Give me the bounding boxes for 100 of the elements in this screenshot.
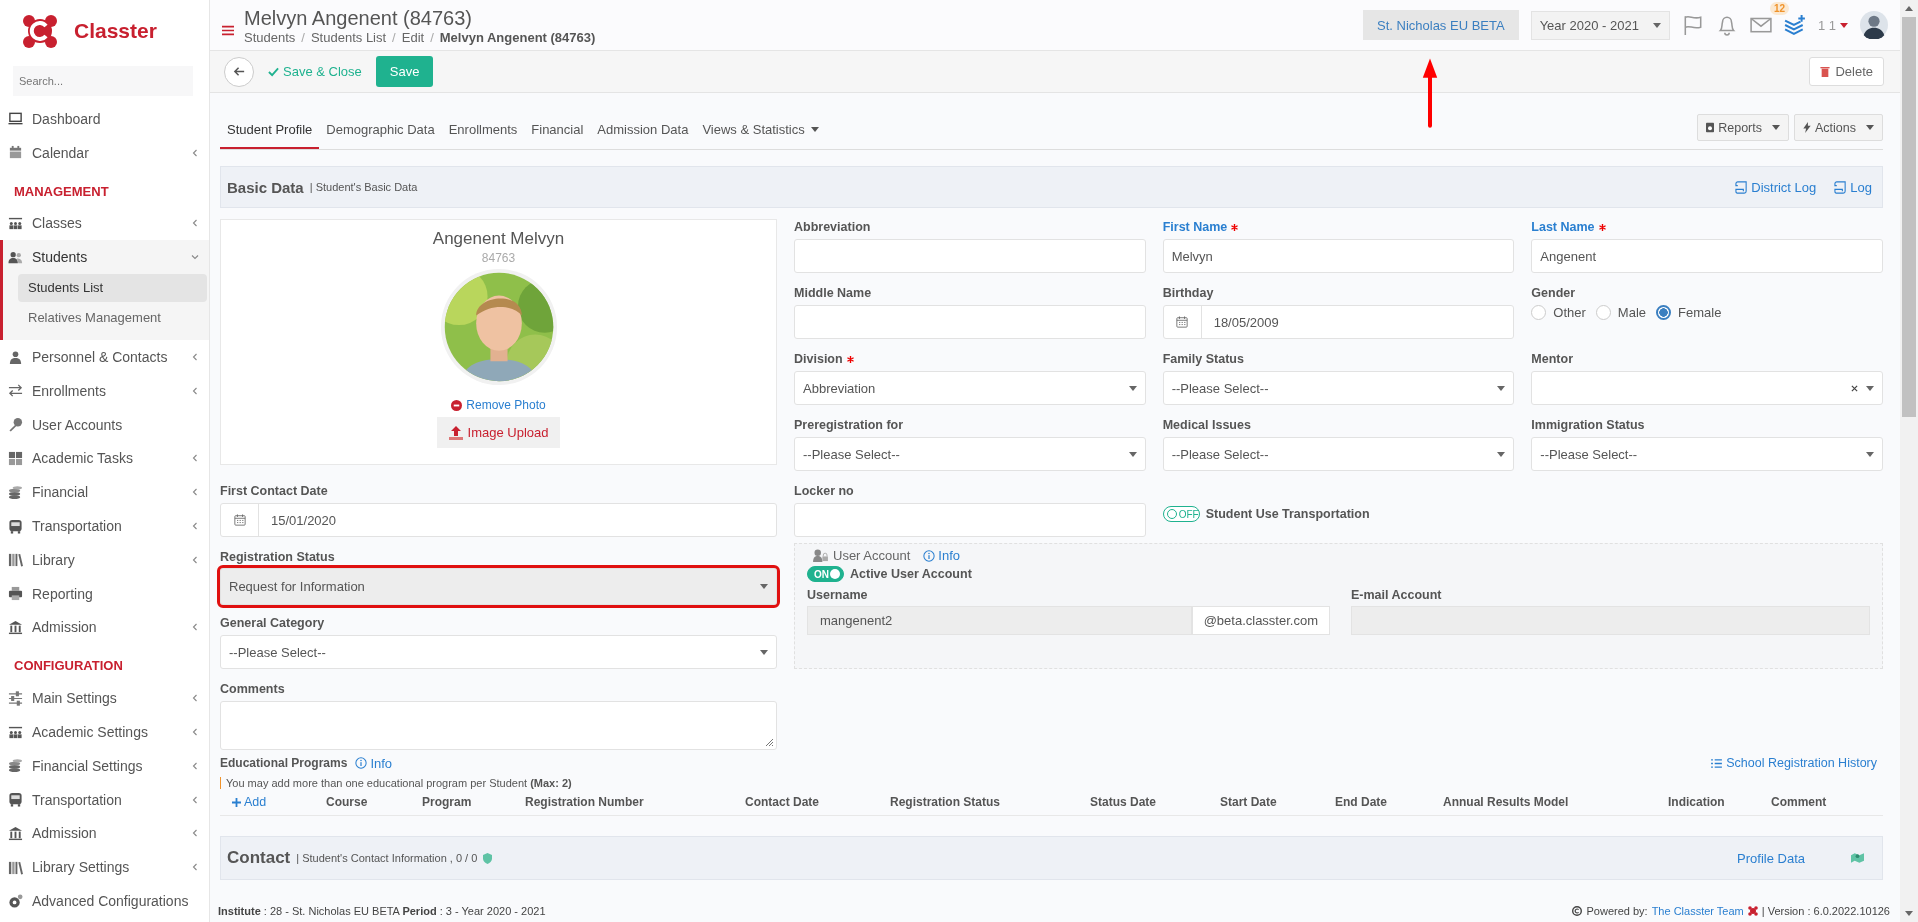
- date-field[interactable]: 18/05/2009: [1162, 305, 1515, 339]
- info-link[interactable]: Info: [923, 548, 960, 563]
- text-field[interactable]: [794, 305, 1146, 339]
- sidebar-item[interactable]: Calendar: [0, 135, 209, 170]
- group-icon: [8, 216, 23, 231]
- select-field[interactable]: --Please Select--: [220, 635, 777, 669]
- select-field[interactable]: Request for Information: [220, 568, 777, 605]
- section-title: Contact: [227, 848, 291, 868]
- text-field[interactable]: [794, 503, 1146, 537]
- info-link[interactable]: Info: [355, 755, 393, 771]
- image-upload-button[interactable]: Image Upload: [436, 417, 561, 448]
- sidebar-item[interactable]: Financial Settings: [0, 748, 209, 783]
- username-field[interactable]: mangenent2: [807, 606, 1192, 635]
- tab[interactable]: Demographic Data: [319, 122, 442, 149]
- field-label: Middle Name: [794, 286, 872, 300]
- field-label: Family Status: [1162, 352, 1244, 366]
- radio-option[interactable]: Other: [1531, 305, 1586, 320]
- breadcrumb-link[interactable]: Students List: [310, 29, 387, 45]
- actions-button[interactable]: Actions: [1794, 114, 1883, 141]
- select-field[interactable]: --Please Select--: [1162, 371, 1515, 405]
- caret-icon: [1772, 125, 1780, 130]
- profile-data-link[interactable]: Profile Data: [1737, 850, 1805, 866]
- sidebar-item[interactable]: Admission: [0, 816, 209, 851]
- sidebar-item[interactable]: Library: [0, 542, 209, 577]
- comments-field[interactable]: [220, 701, 777, 750]
- field-label: Preregistration for: [794, 418, 904, 432]
- district-log-link[interactable]: District Log: [1735, 179, 1817, 195]
- avatar-icon[interactable]: [1860, 11, 1888, 39]
- arrows-icon: [8, 383, 23, 399]
- scroll-up-icon[interactable]: [1905, 6, 1913, 11]
- caret-icon: [1866, 385, 1874, 391]
- reports-button[interactable]: Reports: [1697, 114, 1789, 141]
- arrow-left-icon: [232, 65, 246, 78]
- sidebar-item[interactable]: Library Settings: [0, 850, 209, 885]
- users-icon: [8, 249, 23, 265]
- search-field[interactable]: Search...: [13, 66, 193, 96]
- sidebar-item[interactable]: User Accounts: [0, 407, 209, 442]
- select-field[interactable]: Abbreviation: [794, 371, 1146, 405]
- sidebar-item[interactable]: Personnel & Contacts: [0, 340, 209, 374]
- sidebar-item[interactable]: Students: [3, 240, 209, 275]
- caret-icon[interactable]: [1840, 22, 1848, 28]
- menu-icon[interactable]: [222, 24, 234, 36]
- remove-photo-link[interactable]: Remove Photo: [451, 398, 546, 412]
- text-field[interactable]: Melvyn: [1162, 239, 1515, 273]
- registration-history-link[interactable]: School Registration History: [1711, 756, 1877, 770]
- add-button[interactable]: Add: [220, 795, 267, 809]
- delete-button[interactable]: Delete: [1809, 57, 1884, 86]
- sidebar-subitem[interactable]: Relatives Management: [18, 304, 207, 333]
- select-field[interactable]: --Please Select--: [1162, 437, 1515, 471]
- column-header: Registration Status: [890, 795, 1001, 809]
- sidebar-item[interactable]: Academic Settings: [0, 715, 209, 749]
- breadcrumb-link[interactable]: Edit: [401, 29, 425, 45]
- chevron-icon: [191, 761, 199, 770]
- powered-by-text: Powered by:: [1586, 905, 1648, 917]
- date-field[interactable]: 15/01/2020: [220, 503, 777, 537]
- tab[interactable]: Views & Statistics: [695, 122, 826, 149]
- select-field[interactable]: --Please Select--: [794, 437, 1146, 471]
- person-icon: [8, 349, 23, 365]
- tab[interactable]: Admission Data: [590, 122, 696, 149]
- radio-option[interactable]: Male: [1595, 305, 1647, 320]
- sidebar-item[interactable]: Academic Tasks: [0, 441, 209, 476]
- sidebar-item[interactable]: Admission: [0, 610, 209, 645]
- resize-handle-icon[interactable]: [764, 737, 774, 747]
- radio-option[interactable]: Female: [1656, 305, 1722, 320]
- tab[interactable]: Student Profile: [220, 122, 320, 149]
- tab[interactable]: Financial: [524, 122, 591, 149]
- sidebar-item[interactable]: Transportation: [0, 509, 209, 543]
- sidebar-item[interactable]: Dashboard: [0, 102, 209, 136]
- sidebar-item[interactable]: Transportation: [0, 782, 209, 817]
- sidebar-item[interactable]: Financial: [0, 475, 209, 510]
- sidebar-item[interactable]: Classes: [0, 206, 209, 241]
- field-label: Birthday: [1162, 286, 1214, 300]
- notification-badge: 12: [1769, 1, 1790, 15]
- sidebar-item[interactable]: Reporting: [0, 576, 209, 611]
- back-button[interactable]: [224, 56, 254, 87]
- breadcrumb-separator: /: [301, 29, 305, 45]
- year-select[interactable]: Year 2020 - 2021: [1530, 10, 1670, 40]
- chevron-icon: [191, 795, 199, 804]
- text-field[interactable]: [794, 239, 1146, 273]
- bank-icon: [8, 825, 23, 841]
- text-field[interactable]: Angenent: [1531, 239, 1883, 273]
- chevron-icon: [191, 386, 199, 395]
- select-field[interactable]: [1531, 371, 1883, 405]
- team-link[interactable]: The Classter Team: [1651, 905, 1744, 917]
- sidebar-item[interactable]: Advanced Configurations: [0, 884, 209, 918]
- tab[interactable]: Enrollments: [441, 122, 525, 149]
- log-link[interactable]: Log: [1834, 179, 1872, 195]
- sidebar-item[interactable]: Enrollments: [0, 374, 209, 408]
- sidebar-subitem[interactable]: Students List: [18, 274, 207, 303]
- toggle-label: Active User Account: [850, 567, 972, 581]
- select-field[interactable]: --Please Select--: [1531, 437, 1883, 471]
- breadcrumb-link[interactable]: Students: [244, 29, 296, 45]
- column-header: Start Date: [1220, 795, 1278, 809]
- layers-icon[interactable]: [1783, 14, 1806, 36]
- scroll-down-icon[interactable]: [1905, 911, 1913, 916]
- sidebar-item[interactable]: Main Settings: [0, 681, 209, 716]
- map-icon[interactable]: [1851, 852, 1864, 864]
- clear-icon[interactable]: [1851, 384, 1858, 392]
- scrollbar[interactable]: [1900, 0, 1918, 922]
- school-button[interactable]: St. Nicholas EU BETA: [1363, 10, 1519, 40]
